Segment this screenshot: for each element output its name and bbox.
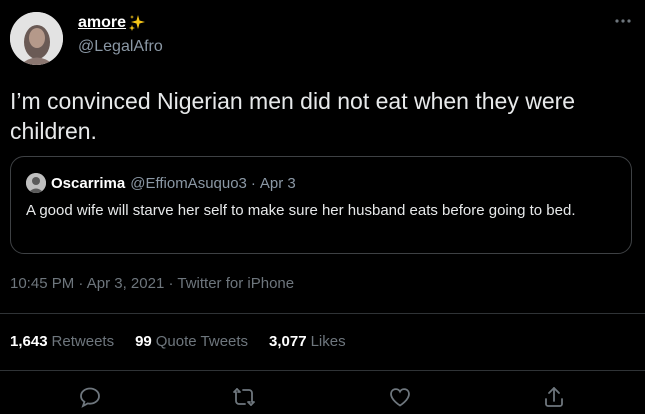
reply-icon[interactable] bbox=[78, 385, 102, 409]
tweet-metadata: 10:45 PM · Apr 3, 2021 · Twitter for iPh… bbox=[10, 275, 294, 292]
likes-stat[interactable]: 3,077 Likes bbox=[269, 333, 346, 350]
quote-tweets-label: Quote Tweets bbox=[155, 333, 249, 350]
tweet-text: I’m convinced Nigerian men did not eat w… bbox=[10, 88, 576, 144]
meta-separator: · bbox=[168, 275, 174, 292]
divider bbox=[0, 370, 645, 371]
tweet-time[interactable]: 10:45 PM bbox=[10, 275, 74, 292]
quote-tweets-count: 99 bbox=[135, 333, 152, 350]
tweet-source[interactable]: Twitter for iPhone bbox=[177, 275, 294, 292]
likes-label: Likes bbox=[310, 333, 346, 350]
quote-author-name: Oscarrima bbox=[51, 174, 126, 192]
tweet-date[interactable]: Apr 3, 2021 bbox=[87, 275, 165, 292]
heart-icon[interactable] bbox=[388, 385, 412, 409]
retweet-icon[interactable] bbox=[232, 385, 256, 409]
more-horizontal-icon[interactable] bbox=[612, 12, 634, 30]
quoted-tweet[interactable]: Oscarrima @EffiomAsuquo3 · Apr 3 A good … bbox=[10, 156, 632, 254]
meta-separator: · bbox=[78, 275, 84, 292]
retweets-count: 1,643 bbox=[10, 333, 48, 350]
sparkles-icon bbox=[128, 14, 146, 32]
author-avatar[interactable] bbox=[10, 12, 63, 65]
quote-separator: · bbox=[250, 174, 256, 192]
divider bbox=[0, 313, 645, 314]
quote-author-avatar bbox=[26, 173, 46, 193]
retweets-stat[interactable]: 1,643 Retweets bbox=[10, 333, 114, 350]
author-display-name[interactable]: amore bbox=[78, 14, 126, 32]
quote-tweets-stat[interactable]: 99 Quote Tweets bbox=[135, 333, 248, 350]
retweets-label: Retweets bbox=[51, 333, 115, 350]
quote-date: Apr 3 bbox=[259, 174, 296, 192]
likes-count: 3,077 bbox=[269, 333, 307, 350]
share-icon[interactable] bbox=[542, 385, 566, 409]
quote-author-handle: @EffiomAsuquo3 bbox=[130, 174, 247, 192]
quote-text: A good wife will starve her self to make… bbox=[26, 202, 576, 219]
author-handle[interactable]: @LegalAfro bbox=[78, 38, 163, 56]
engagement-stats: 1,643 Retweets 99 Quote Tweets 3,077 Likes bbox=[10, 333, 367, 350]
